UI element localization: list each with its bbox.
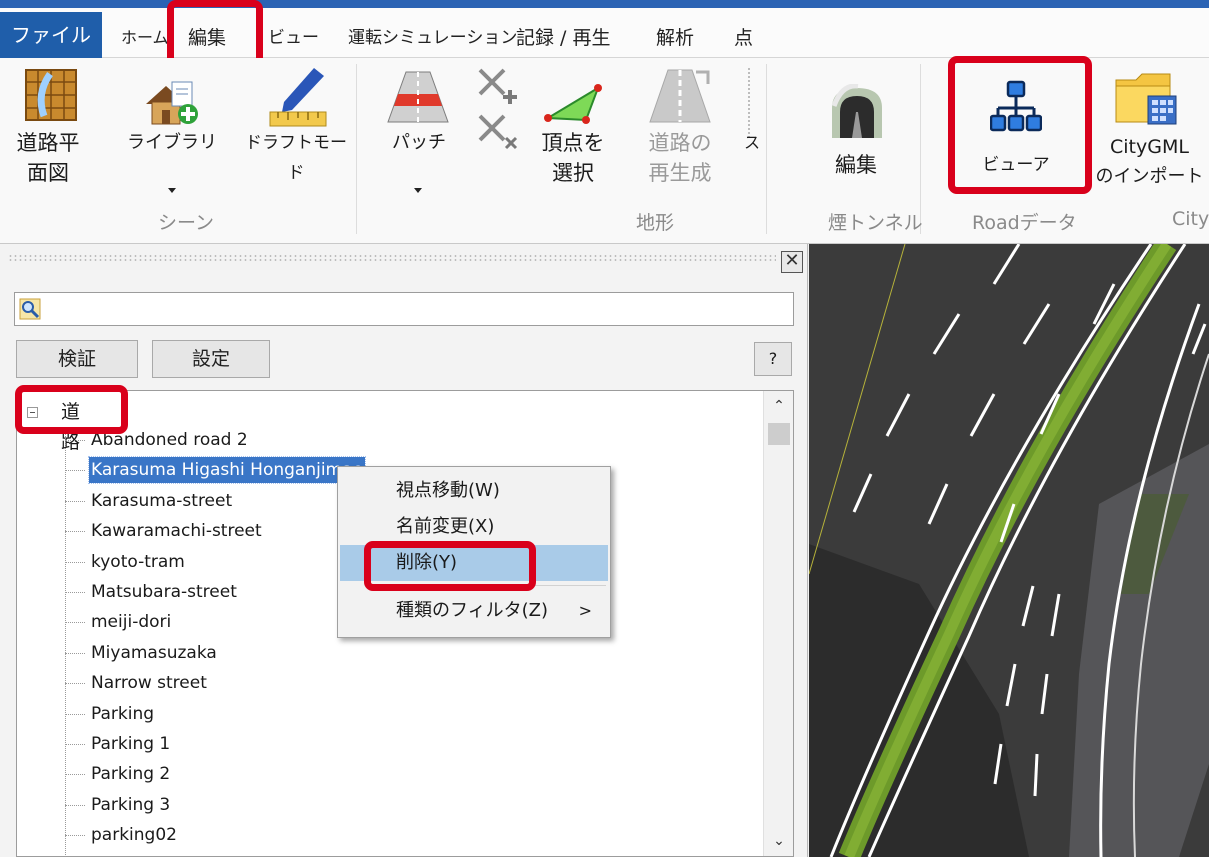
- road-3d-viewport[interactable]: [809, 244, 1209, 857]
- tree-item-label: parking02: [91, 825, 177, 846]
- tree-item-label: Railway base: [89, 853, 205, 857]
- help-button[interactable]: ?: [754, 342, 792, 376]
- library-label: ライブラリ: [127, 132, 217, 153]
- group-label-scene: シーン: [158, 212, 215, 234]
- submenu-arrow-icon: >: [578, 601, 592, 620]
- tunnel-edit-label: 編集: [835, 153, 877, 177]
- road-plan-icon: [25, 69, 77, 121]
- group-label-city: City: [1172, 208, 1209, 230]
- vertex-triangle-icon: [544, 84, 602, 124]
- road-regenerate-icon: [649, 69, 711, 123]
- scroll-down-icon[interactable]: ⌄: [764, 826, 793, 856]
- tab-home[interactable]: ホーム: [121, 20, 169, 56]
- menu-item-label: 視点移動(W): [396, 480, 500, 501]
- citygml-import-button[interactable]: CityGML のインポート: [1090, 62, 1209, 202]
- select-vertex-label-2: 選択: [552, 161, 594, 185]
- search-input[interactable]: [47, 295, 787, 323]
- menu-item-label: 種類のフィルタ(Z): [396, 600, 549, 621]
- regenerate-road-label-1: 道路の: [648, 131, 712, 155]
- select-vertex-label-1: 頂点を: [541, 131, 605, 155]
- add-vertex-icon[interactable]: [474, 64, 522, 106]
- road-patch-icon: [387, 71, 449, 123]
- highlight-delete-item: [364, 541, 536, 591]
- partial-ribbon-label: ス: [744, 133, 761, 152]
- tab-record-playback[interactable]: 記録 / 再生: [516, 20, 610, 56]
- group-label-terrain: 地形: [636, 212, 675, 234]
- scroll-thumb[interactable]: [768, 423, 790, 445]
- tab-drive-simulation[interactable]: 運転シミュレーション: [348, 20, 517, 56]
- library-button[interactable]: ライブラリ: [122, 62, 222, 202]
- regenerate-road-label-2: 再生成: [648, 161, 712, 185]
- menu-item-move-viewpoint[interactable]: 視点移動(W): [340, 473, 608, 509]
- group-label-road-data: Roadデータ: [972, 212, 1077, 234]
- settings-button[interactable]: 設定: [152, 340, 270, 378]
- tree-item[interactable]: Narrow street: [65, 668, 565, 698]
- verify-button[interactable]: 検証: [16, 340, 138, 378]
- tunnel-icon: [831, 84, 882, 138]
- patch-button[interactable]: パッチ: [376, 62, 462, 202]
- scroll-up-icon[interactable]: ⌃: [764, 391, 793, 421]
- tree-item[interactable]: Parking 2: [65, 759, 565, 789]
- menu-item-rename[interactable]: 名前変更(X): [340, 509, 608, 545]
- tab-analysis[interactable]: 解析: [656, 20, 694, 56]
- citygml-import-label-2: のインポート: [1095, 166, 1204, 187]
- menu-item-label: 名前変更(X): [396, 516, 495, 537]
- library-dropdown-arrow: [168, 188, 176, 193]
- tree-item-label: kyoto-tram: [91, 551, 185, 572]
- panel-close-button[interactable]: ✕: [781, 251, 803, 273]
- highlight-roads-root: [15, 385, 128, 434]
- tree-item[interactable]: Parking: [65, 699, 565, 729]
- tree-item-label: Matsubara-street: [91, 582, 237, 602]
- tree-item-label: Narrow street: [91, 673, 207, 694]
- tree-item[interactable]: Parking 3: [65, 790, 565, 820]
- group-separator: [766, 64, 767, 234]
- draft-mode-label-1: ドラフトモー: [245, 133, 347, 153]
- road-render: [809, 244, 1209, 857]
- tree-item-label: Karasuma Higashi Honganjimae: [88, 456, 366, 485]
- patch-label: パッチ: [392, 132, 446, 153]
- group-label-tunnel: 煙トンネル: [828, 212, 923, 234]
- tree-item[interactable]: Miyamasuzaka: [65, 638, 565, 668]
- draft-mode-label-2: ド: [287, 163, 305, 183]
- tree-item-label: Miyamasuzaka: [91, 642, 217, 663]
- tree-item[interactable]: parking02: [65, 820, 565, 850]
- search-box[interactable]: [14, 292, 794, 326]
- tab-point[interactable]: 点: [734, 20, 753, 56]
- tree-item-label: Parking 3: [91, 794, 171, 815]
- draft-pen-ruler-icon: [269, 68, 327, 127]
- tree-item-label: Karasuma-street: [91, 490, 233, 511]
- patch-dropdown-arrow: [414, 188, 422, 193]
- tree-item-label: Parking 2: [91, 764, 171, 785]
- menu-item-filter-by-type[interactable]: 種類のフィルタ(Z) >: [340, 593, 608, 629]
- group-separator: [356, 64, 357, 234]
- folder-import-icon: [1115, 73, 1177, 125]
- search-icon: [19, 298, 41, 320]
- road-plan-button[interactable]: 道路平 面図: [4, 62, 92, 202]
- draft-mode-button[interactable]: ドラフトモー ド: [238, 62, 354, 202]
- tab-view[interactable]: ビュー: [268, 20, 319, 56]
- road-plan-label-2: 面図: [27, 161, 69, 185]
- tree-item[interactable]: Abandoned road 2: [65, 425, 565, 455]
- tab-file[interactable]: ファイル: [0, 12, 102, 58]
- road-plan-label-1: 道路平: [16, 131, 80, 155]
- tree-item[interactable]: Parking 1: [65, 729, 565, 759]
- house-library-icon: [146, 81, 198, 125]
- citygml-import-label-1: CityGML: [1110, 136, 1189, 158]
- app-window: { "menu": { "tabs": ["ファイル", "ホーム", "編集"…: [0, 0, 1209, 857]
- tree-scrollbar[interactable]: ⌃ ⌄: [763, 391, 793, 856]
- select-vertex-button[interactable]: 頂点を 選択: [530, 62, 616, 202]
- tunnel-edit-button[interactable]: 編集: [804, 62, 908, 202]
- panel-grip[interactable]: [8, 254, 776, 262]
- highlight-viewer-button: [948, 56, 1092, 194]
- tree-item[interactable]: Railway base: [65, 851, 565, 857]
- tree-item-label: meiji-dori: [91, 612, 172, 633]
- tree-item-label: Parking 1: [91, 734, 171, 754]
- tree-item-label: Parking: [91, 703, 155, 724]
- regenerate-road-button[interactable]: 道路の 再生成: [632, 62, 728, 202]
- tree-item-label: Kawaramachi-street: [91, 521, 262, 542]
- delete-vertex-icon[interactable]: [474, 110, 522, 152]
